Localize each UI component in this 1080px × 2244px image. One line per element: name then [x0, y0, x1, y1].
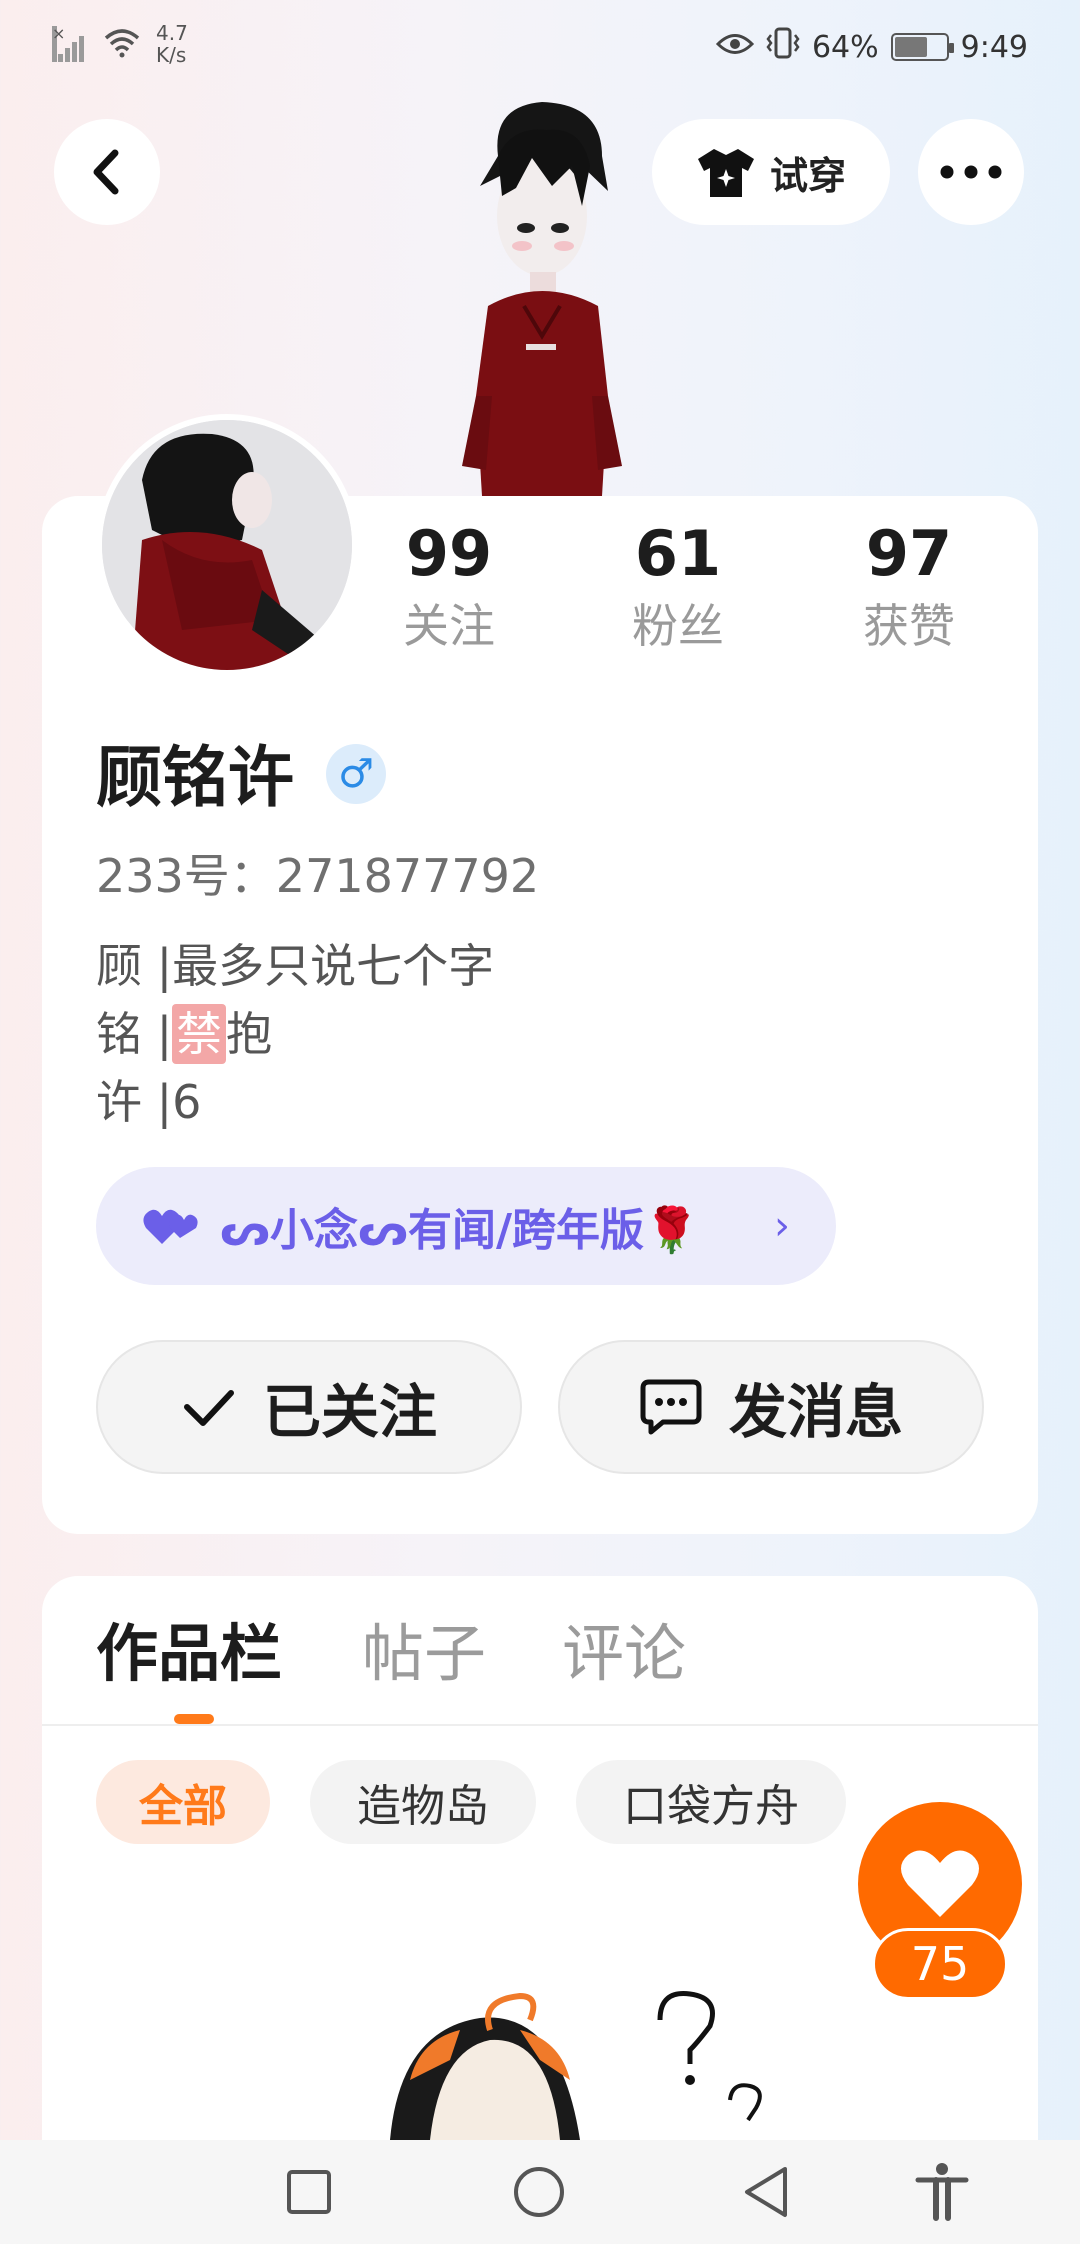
- vibrate-icon: [766, 26, 800, 68]
- status-right: 64% 9:49: [715, 26, 1028, 68]
- following-label: 关注: [403, 599, 495, 653]
- ban-badge: 禁: [172, 1004, 227, 1064]
- likes-count: 97: [865, 517, 953, 590]
- filter-pocket-ark[interactable]: 口袋方舟: [576, 1760, 846, 1844]
- back-button[interactable]: [54, 119, 160, 225]
- chevron-right-icon: ›: [774, 1203, 790, 1249]
- net-speed-unit: K/s: [156, 43, 187, 67]
- try-on-label: 试穿: [769, 153, 846, 198]
- filter-all[interactable]: 全部: [96, 1760, 270, 1844]
- tshirt-icon: [697, 149, 754, 197]
- tab-works[interactable]: 作品栏: [96, 1616, 282, 1692]
- stat-fans[interactable]: 61 粉丝: [598, 516, 758, 656]
- club-link[interactable]: ᔕ小念ᔕ有闻/跨年版🌹 ›: [96, 1167, 836, 1285]
- gender-male-icon: ♂: [326, 744, 386, 804]
- signal-icon: ×: [52, 26, 88, 62]
- stat-likes[interactable]: 97 获赞: [829, 516, 989, 656]
- net-speed: 4.7 K/s: [156, 22, 188, 66]
- tab-comments[interactable]: 评论: [562, 1616, 686, 1692]
- filter-creation-island[interactable]: 造物岛: [310, 1760, 536, 1844]
- fans-count: 61: [634, 517, 722, 590]
- bio-line-2-prefix: 铭 |: [96, 1007, 173, 1061]
- message-bubble-icon: [640, 1379, 702, 1435]
- check-icon: [183, 1390, 234, 1426]
- bio-line-3: 许 |6: [96, 1075, 202, 1129]
- followed-button[interactable]: 已关注: [96, 1340, 522, 1474]
- recent-apps-button[interactable]: [279, 2162, 339, 2222]
- battery-icon: [890, 33, 954, 61]
- club-label: ᔕ小念ᔕ有闻/跨年版🌹: [220, 1205, 699, 1256]
- circle-icon: [514, 2167, 564, 2217]
- back-nav-button[interactable]: [736, 2162, 796, 2222]
- battery-percent: 64%: [811, 29, 879, 65]
- accessibility-button[interactable]: [912, 2162, 972, 2222]
- work-thumbnail[interactable]: [370, 1990, 800, 2140]
- net-speed-value: 4.7: [156, 21, 188, 45]
- home-button[interactable]: [509, 2162, 569, 2222]
- system-nav-bar: [0, 2140, 1080, 2244]
- double-heart-icon: [143, 1209, 198, 1244]
- more-button[interactable]: [918, 119, 1024, 225]
- send-message-button[interactable]: 发消息: [558, 1340, 984, 1474]
- like-count: 75: [872, 1928, 1008, 2000]
- wifi-icon: [102, 26, 142, 62]
- bio-line-2: 铭 |禁抱: [96, 1004, 272, 1064]
- bio-line-2-suffix: 抱: [226, 1007, 273, 1061]
- bio-line-1: 顾 |最多只说七个字: [96, 939, 495, 993]
- status-left: × 4.7 K/s: [52, 22, 188, 66]
- followed-label: 已关注: [262, 1378, 437, 1446]
- tab-posts[interactable]: 帖子: [362, 1616, 486, 1692]
- accessibility-icon: [915, 2163, 969, 2221]
- avatar[interactable]: [96, 414, 358, 676]
- status-bar: × 4.7 K/s 64% 9:49: [0, 0, 1080, 96]
- try-on-button[interactable]: 试穿: [652, 119, 890, 225]
- fans-label: 粉丝: [632, 599, 724, 653]
- heart-icon: [901, 1850, 979, 1917]
- following-count: 99: [405, 517, 493, 590]
- square-icon: [287, 2170, 331, 2214]
- back-arrow-icon: [93, 149, 119, 195]
- message-label: 发消息: [728, 1378, 903, 1446]
- tab-divider: [42, 1724, 1038, 1726]
- clock-time: 9:49: [960, 29, 1028, 65]
- tab-active-indicator: [174, 1714, 214, 1724]
- likes-label: 获赞: [863, 599, 955, 653]
- eye-icon: [715, 30, 755, 65]
- more-dots-icon: [940, 165, 1002, 179]
- stat-following[interactable]: 99 关注: [369, 516, 529, 656]
- username: 顾铭许: [96, 739, 294, 816]
- user-id[interactable]: 233号：271877792: [96, 846, 539, 906]
- triangle-back-icon: [745, 2167, 787, 2217]
- battery-level: [894, 37, 927, 57]
- avatar-character-figure: [432, 96, 652, 496]
